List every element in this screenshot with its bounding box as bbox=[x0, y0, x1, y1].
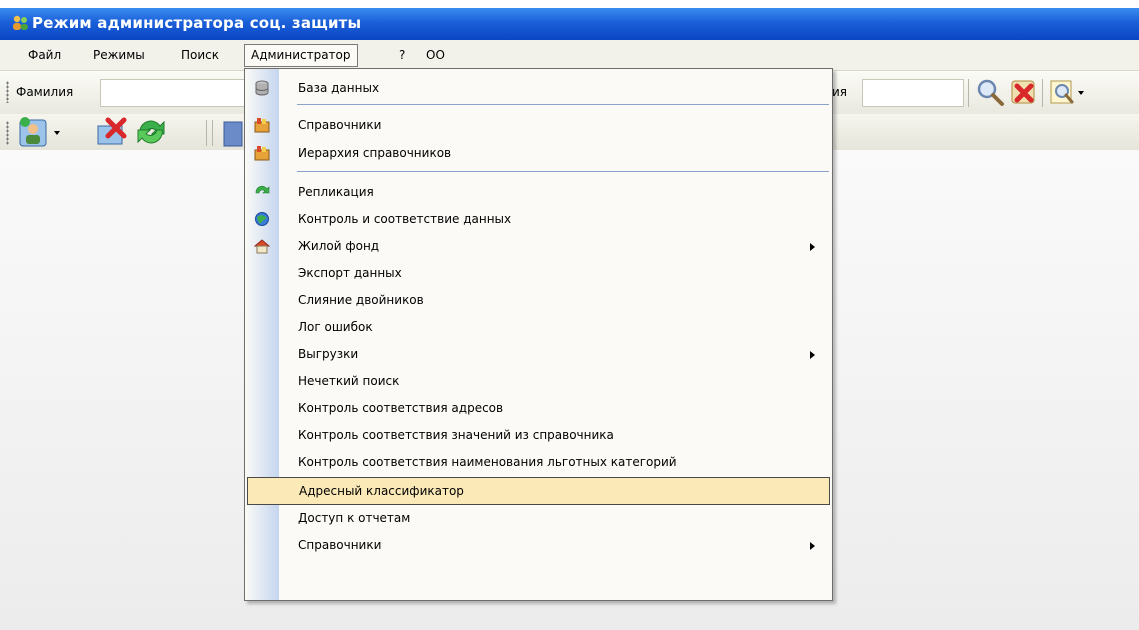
menu-item-address-classifier[interactable]: Адресный классификатор bbox=[247, 477, 830, 505]
menu-administrator[interactable]: Администратор bbox=[244, 44, 358, 67]
menu-item-label: Жилой фонд bbox=[298, 239, 380, 253]
menu-item-label: Нечеткий поиск bbox=[298, 374, 400, 388]
refresh-icon[interactable] bbox=[134, 116, 168, 148]
menu-item-label: Контроль и соответствие данных bbox=[298, 212, 512, 226]
menu-item-label: Иерархия справочников bbox=[298, 146, 452, 160]
menu-item-replication[interactable]: Репликация bbox=[245, 179, 832, 206]
menu-item-label: База данных bbox=[298, 81, 380, 95]
menu-item-label: Адресный классификатор bbox=[299, 484, 464, 498]
clear-search-icon[interactable] bbox=[1008, 77, 1040, 107]
database-icon bbox=[255, 80, 269, 96]
submenu-arrow-icon bbox=[810, 542, 815, 550]
window-title: Режим администратора соц. защиты bbox=[32, 14, 362, 32]
menu-item-label: Контроль соответствия адресов bbox=[298, 401, 504, 415]
submenu-arrow-icon bbox=[810, 351, 815, 359]
menu-item-benefit-categories-control[interactable]: Контроль соответствия наименования льгот… bbox=[245, 449, 832, 476]
menu-item-label: Слияние двойников bbox=[298, 293, 424, 307]
search-icon[interactable] bbox=[974, 77, 1006, 107]
menu-item-label: Репликация bbox=[298, 185, 374, 199]
menu-item-report-access[interactable]: Доступ к отчетам bbox=[245, 505, 832, 532]
delete-record-icon[interactable] bbox=[94, 116, 128, 148]
menu-modes[interactable]: Режимы bbox=[87, 45, 151, 65]
add-person-dropdown-icon[interactable] bbox=[16, 114, 62, 150]
advanced-search-dropdown-icon[interactable] bbox=[1048, 77, 1088, 107]
menu-file[interactable]: Файл bbox=[22, 45, 67, 65]
submenu-arrow-icon bbox=[810, 243, 815, 251]
surname-input[interactable] bbox=[100, 79, 247, 107]
reference-hierarchy-icon bbox=[254, 146, 270, 161]
replication-icon bbox=[255, 185, 270, 194]
menu-item-label: Доступ к отчетам bbox=[298, 511, 411, 525]
app-users-icon bbox=[13, 15, 28, 30]
menu-item-label: Справочники bbox=[298, 118, 382, 132]
data-control-icon bbox=[255, 212, 269, 226]
menu-item-address-control[interactable]: Контроль соответствия адресов bbox=[245, 395, 832, 422]
surname-label: Фамилия bbox=[16, 85, 74, 99]
reference-books-icon bbox=[254, 118, 270, 133]
menu-item-reference-books-submenu[interactable]: Справочники bbox=[245, 532, 832, 559]
toolbar-grip[interactable] bbox=[6, 81, 9, 103]
menu-help[interactable]: ? bbox=[393, 45, 411, 65]
toolbar-grip-2[interactable] bbox=[6, 121, 9, 145]
menu-item-merge-duplicates[interactable]: Слияние двойников bbox=[245, 287, 832, 314]
menu-item-label: Контроль соответствия значений из справо… bbox=[298, 428, 614, 442]
name-input[interactable] bbox=[862, 79, 964, 107]
document-icon[interactable] bbox=[220, 118, 244, 148]
menu-item-error-log[interactable]: Лог ошибок bbox=[245, 314, 832, 341]
menu-item-label: Лог ошибок bbox=[298, 320, 373, 334]
menu-item-exports[interactable]: Выгрузки bbox=[245, 341, 832, 368]
menu-item-reference-books[interactable]: Справочники bbox=[245, 112, 832, 139]
menu-item-label: Справочники bbox=[298, 538, 382, 552]
menu-oo[interactable]: ОО bbox=[420, 45, 451, 65]
menu-item-reference-values-control[interactable]: Контроль соответствия значений из справо… bbox=[245, 422, 832, 449]
menu-item-export-data[interactable]: Экспорт данных bbox=[245, 260, 832, 287]
name-label: ия bbox=[832, 85, 848, 99]
title-bar: Режим администратора соц. защиты bbox=[0, 0, 1139, 40]
menu-item-housing[interactable]: Жилой фонд bbox=[245, 233, 832, 260]
menu-item-label: Контроль соответствия наименования льгот… bbox=[298, 455, 677, 469]
menu-bar: Файл Режимы Поиск Администратор ? ОО bbox=[0, 40, 1139, 70]
menu-search[interactable]: Поиск bbox=[175, 45, 225, 65]
housing-icon bbox=[254, 239, 270, 254]
menu-item-reference-hierarchy[interactable]: Иерархия справочников bbox=[245, 140, 832, 167]
menu-item-data-control[interactable]: Контроль и соответствие данных bbox=[245, 206, 832, 233]
menu-item-fuzzy-search[interactable]: Нечеткий поиск bbox=[245, 368, 832, 395]
administrator-menu: База данных Справочники Иерархия справоч… bbox=[244, 68, 833, 601]
menu-item-label: Выгрузки bbox=[298, 347, 359, 361]
menu-item-label: Экспорт данных bbox=[298, 266, 402, 280]
menu-item-database[interactable]: База данных bbox=[245, 75, 832, 102]
